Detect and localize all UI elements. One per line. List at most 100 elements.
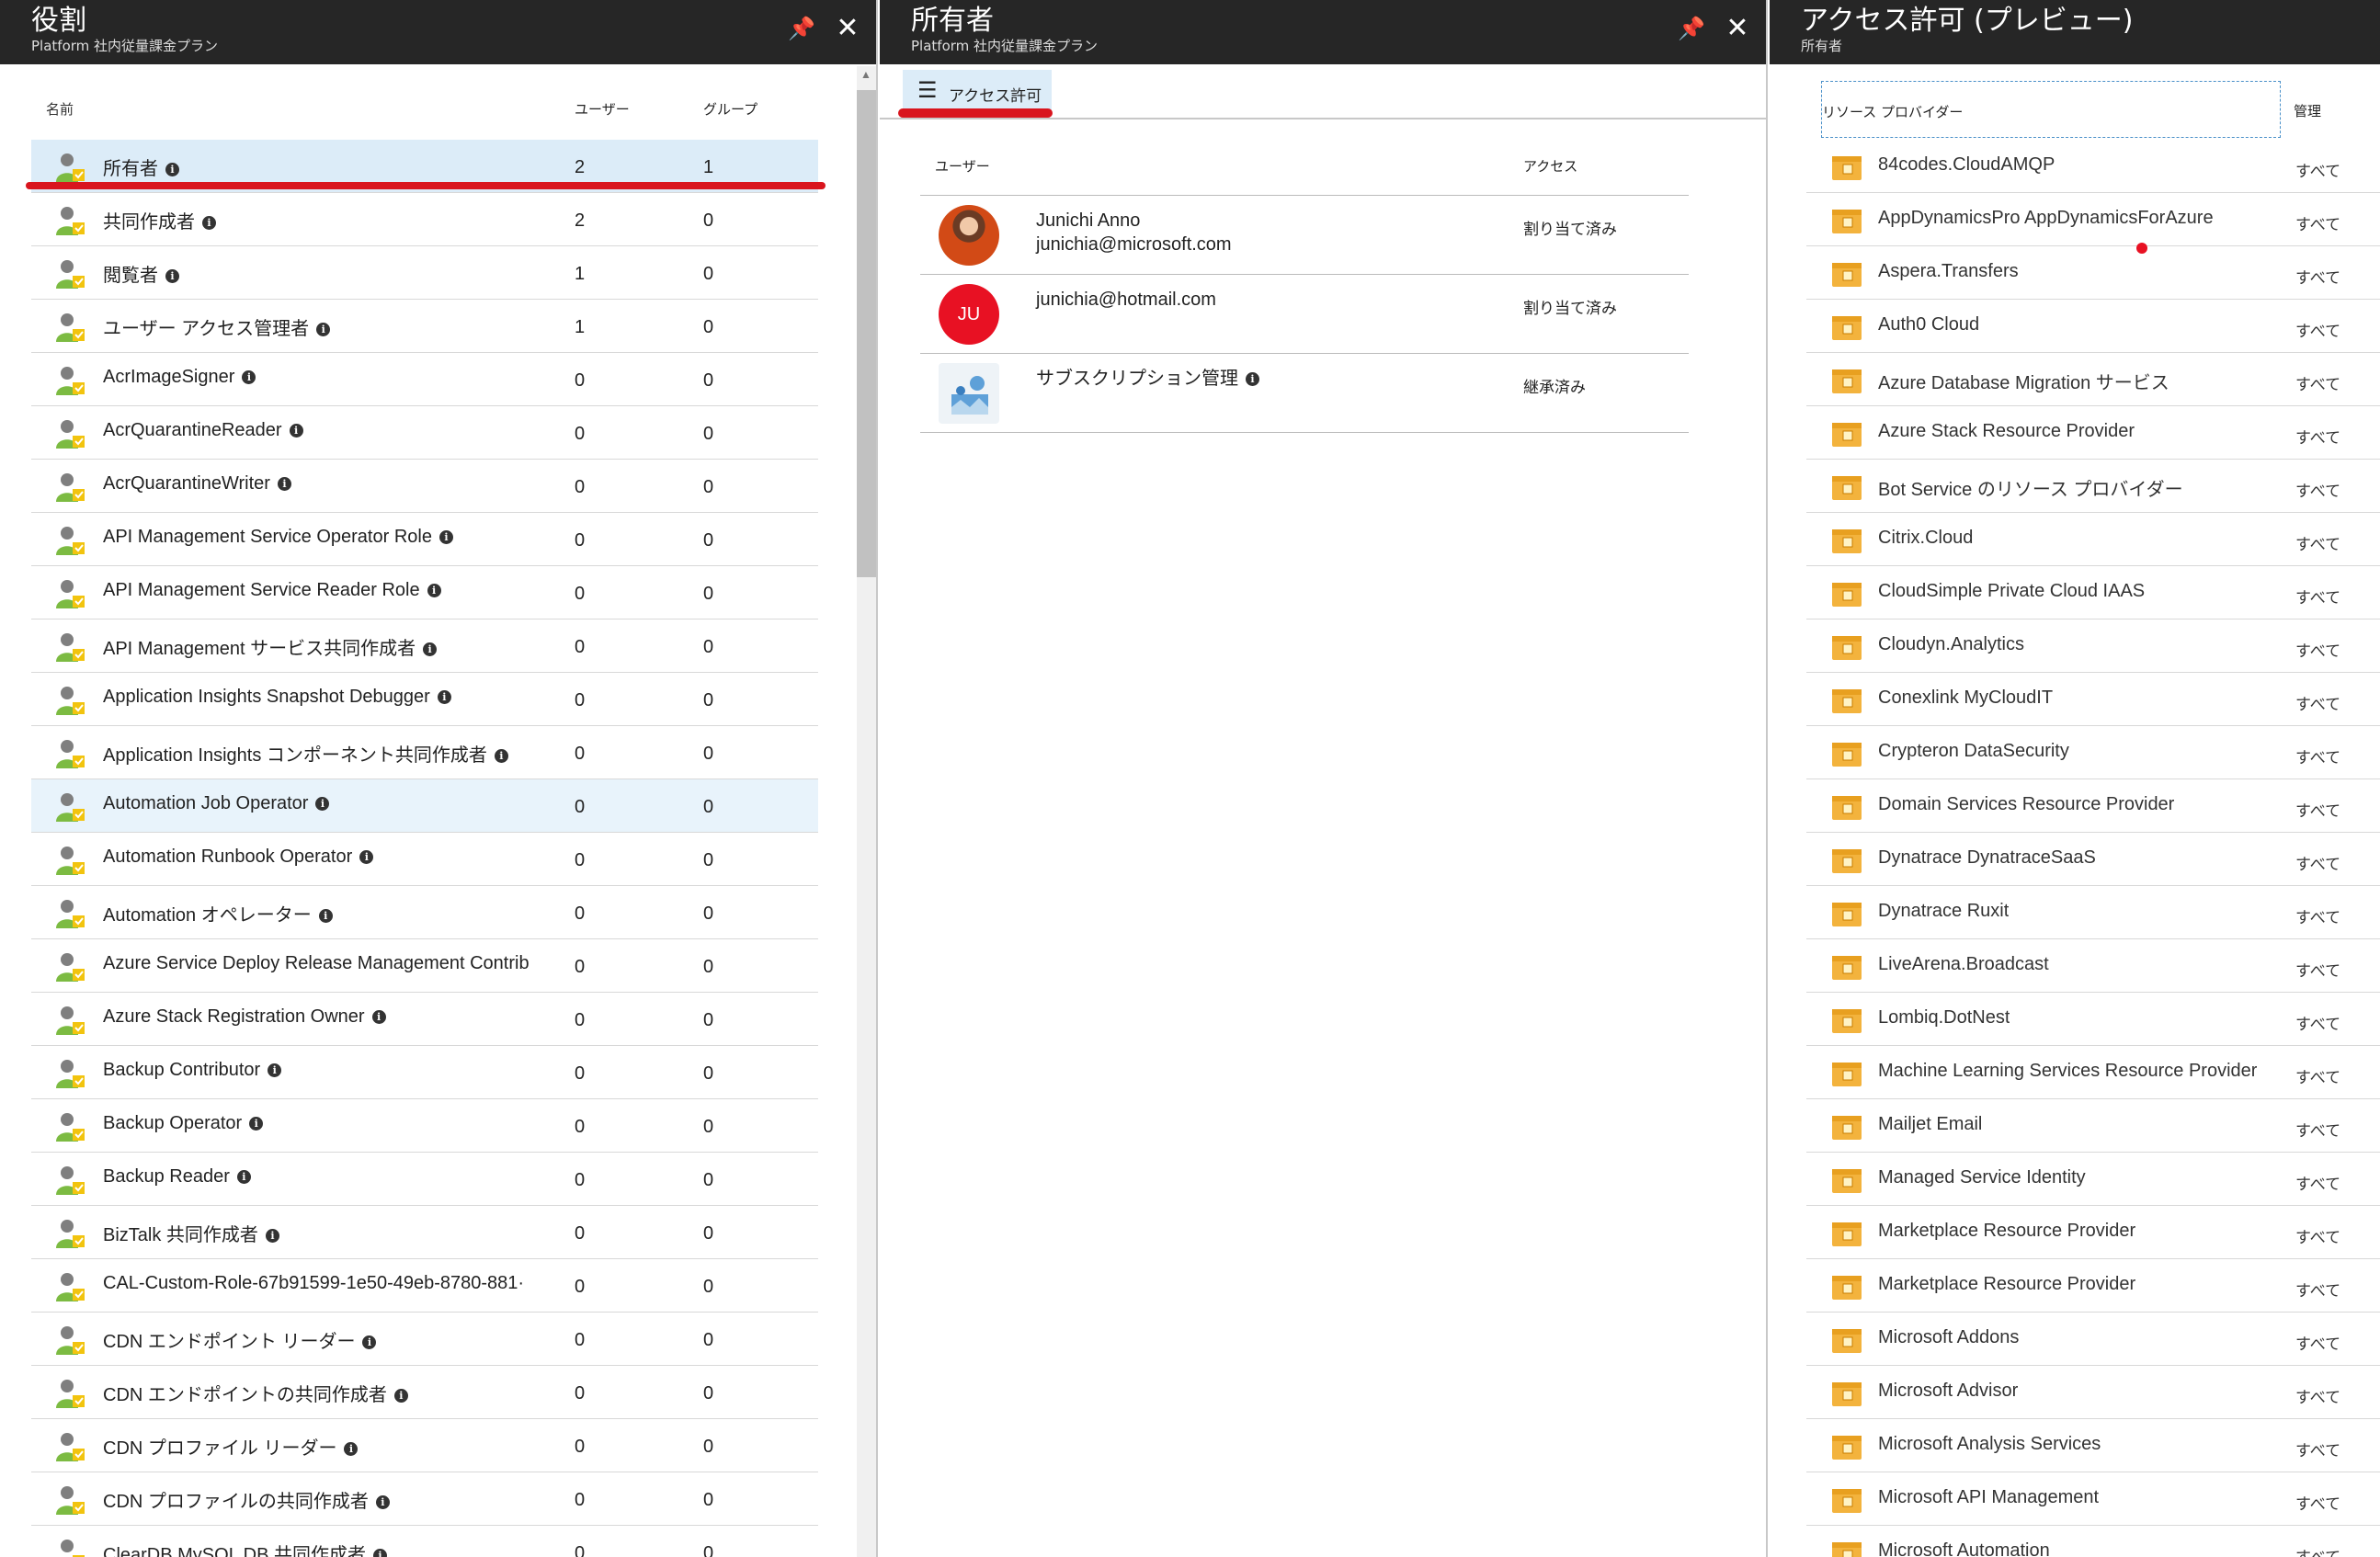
role-row[interactable]: API Management サービス共同作成者 i 0 0 (31, 619, 818, 673)
info-icon[interactable]: i (202, 216, 216, 231)
info-icon[interactable]: i (437, 690, 451, 705)
info-icon[interactable]: i (318, 909, 333, 924)
scroll-up-arrow-icon[interactable]: ▲ (860, 68, 871, 81)
role-row[interactable]: CAL-Custom-Role-67b91599-1e50-49eb-8780-… (31, 1259, 818, 1313)
provider-row[interactable]: Dynatrace DynatraceSaaS すべて (1806, 833, 2380, 886)
info-icon[interactable]: i (265, 1229, 279, 1244)
access-permission-tab[interactable]: ☰ アクセス許可 (903, 70, 1052, 110)
provider-row[interactable]: Cloudyn.Analytics すべて (1806, 619, 2380, 673)
provider-row[interactable]: Bot Service のリソース プロバイダー すべて (1806, 460, 2380, 513)
scrollbar-thumb[interactable] (857, 90, 876, 577)
info-icon[interactable]: i (371, 1010, 386, 1025)
info-icon[interactable]: i (242, 370, 256, 385)
provider-row[interactable]: Microsoft Automation すべて (1806, 1526, 2380, 1557)
provider-row[interactable]: Marketplace Resource Provider すべて (1806, 1206, 2380, 1259)
info-icon[interactable]: i (372, 1549, 387, 1557)
role-row[interactable]: BizTalk 共同作成者 i 0 0 (31, 1206, 818, 1259)
provider-row[interactable]: Azure Stack Resource Provider すべて (1806, 406, 2380, 460)
role-row[interactable]: 閲覧者 i 1 0 (31, 246, 818, 300)
role-row[interactable]: AcrImageSigner i 0 0 (31, 353, 818, 406)
provider-row[interactable]: Domain Services Resource Provider すべて (1806, 779, 2380, 833)
info-icon[interactable]: i (438, 530, 453, 545)
provider-row[interactable]: Citrix.Cloud すべて (1806, 513, 2380, 566)
info-icon[interactable]: i (427, 584, 441, 598)
role-row[interactable]: Backup Reader i 0 0 (31, 1153, 818, 1206)
info-icon[interactable]: i (393, 1389, 408, 1404)
role-row[interactable]: Application Insights コンポーネント共同作成者 i 0 0 (31, 726, 818, 779)
role-row[interactable]: CDN エンドポイント リーダー i 0 0 (31, 1313, 818, 1366)
provider-row[interactable]: Machine Learning Services Resource Provi… (1806, 1046, 2380, 1099)
role-row[interactable]: Backup Contributor i 0 0 (31, 1046, 818, 1099)
provider-row[interactable]: 84codes.CloudAMQP すべて (1806, 140, 2380, 193)
provider-row[interactable]: Lombiq.DotNest すべて (1806, 993, 2380, 1046)
role-row[interactable]: Backup Operator i 0 0 (31, 1099, 818, 1153)
column-header-provider[interactable]: リソース プロバイダー (1821, 81, 2281, 138)
role-row[interactable]: AcrQuarantineWriter i 0 0 (31, 460, 818, 513)
close-icon[interactable]: ✕ (1722, 13, 1753, 44)
owner-row[interactable]: Junichi Anno junichia@microsoft.com 割り当て済み (920, 196, 1689, 275)
role-row[interactable]: Automation Job Operator i 0 0 (31, 779, 818, 833)
info-icon[interactable]: i (316, 323, 331, 337)
provider-row[interactable]: Crypteron DataSecurity すべて (1806, 726, 2380, 779)
role-row[interactable]: API Management Service Reader Role i 0 0 (31, 566, 818, 619)
role-row[interactable]: Azure Stack Registration Owner i 0 0 (31, 993, 818, 1046)
column-header-name[interactable]: 名前 (46, 99, 74, 119)
column-header-users[interactable]: ユーザー (575, 99, 630, 119)
role-row[interactable]: API Management Service Operator Role i 0 0 (31, 513, 818, 566)
provider-row[interactable]: Conexlink MyCloudIT すべて (1806, 673, 2380, 726)
pin-icon[interactable]: 📌 (1676, 13, 1707, 44)
owner-row[interactable]: サブスクリプション管理 i 継承済み (920, 354, 1689, 433)
role-row[interactable]: CDN プロファイルの共同作成者 i 0 0 (31, 1472, 818, 1526)
role-row[interactable]: ClearDB MySQL DB 共同作成者 i 0 0 (31, 1526, 818, 1557)
pin-icon[interactable]: 📌 (786, 13, 817, 44)
column-header-user[interactable]: ユーザー (935, 156, 990, 176)
role-row[interactable]: AcrQuarantineReader i 0 0 (31, 406, 818, 460)
role-row[interactable]: Automation オペレーター i 0 0 (31, 886, 818, 939)
info-icon[interactable]: i (249, 1117, 264, 1131)
column-header-groups[interactable]: グループ (703, 99, 757, 119)
provider-row[interactable]: LiveArena.Broadcast すべて (1806, 939, 2380, 993)
role-row[interactable]: Automation Runbook Operator i 0 0 (31, 833, 818, 886)
info-icon[interactable]: i (1246, 372, 1259, 387)
provider-row[interactable]: Microsoft Analysis Services すべて (1806, 1419, 2380, 1472)
provider-row[interactable]: AppDynamicsPro AppDynamicsForAzure すべて (1806, 193, 2380, 246)
provider-row[interactable]: Managed Service Identity すべて (1806, 1153, 2380, 1206)
info-icon[interactable]: i (165, 163, 179, 177)
provider-row[interactable]: Marketplace Resource Provider すべて (1806, 1259, 2380, 1313)
info-icon[interactable]: i (268, 1063, 282, 1078)
provider-row[interactable]: Auth0 Cloud すべて (1806, 300, 2380, 353)
provider-row[interactable]: CloudSimple Private Cloud IAAS すべて (1806, 566, 2380, 619)
info-icon[interactable]: i (375, 1495, 390, 1510)
info-icon[interactable]: i (344, 1442, 359, 1457)
close-icon[interactable]: ✕ (832, 13, 863, 44)
provider-manage: すべて (2295, 376, 2341, 394)
info-icon[interactable]: i (423, 642, 438, 657)
role-name-text: Azure Service Deploy Release Management … (103, 953, 530, 973)
owner-row[interactable]: JU junichia@hotmail.com 割り当て済み (920, 275, 1689, 354)
info-icon[interactable]: i (289, 424, 303, 438)
provider-row[interactable]: Azure Database Migration サービス すべて (1806, 353, 2380, 406)
provider-row[interactable]: Aspera.Transfers すべて (1806, 246, 2380, 300)
provider-row[interactable]: Microsoft Addons すべて (1806, 1313, 2380, 1366)
role-row[interactable]: CDN プロファイル リーダー i 0 0 (31, 1419, 818, 1472)
info-icon[interactable]: i (359, 850, 374, 865)
avatar (939, 205, 999, 266)
provider-row[interactable]: Dynatrace Ruxit すべて (1806, 886, 2380, 939)
info-icon[interactable]: i (362, 1335, 377, 1350)
column-header-access[interactable]: アクセス (1523, 156, 1577, 176)
role-row[interactable]: Azure Service Deploy Release Management … (31, 939, 818, 993)
role-name: 所有者 i (103, 153, 179, 180)
provider-row[interactable]: Microsoft API Management すべて (1806, 1472, 2380, 1526)
role-row[interactable]: 共同作成者 i 2 0 (31, 193, 818, 246)
info-icon[interactable]: i (165, 269, 179, 284)
column-header-manage[interactable]: 管理 (2294, 101, 2321, 120)
role-row[interactable]: CDN エンドポイントの共同作成者 i 0 0 (31, 1366, 818, 1419)
provider-row[interactable]: Mailjet Email すべて (1806, 1099, 2380, 1153)
role-row[interactable]: ユーザー アクセス管理者 i 1 0 (31, 300, 818, 353)
info-icon[interactable]: i (315, 797, 330, 812)
provider-row[interactable]: Microsoft Advisor すべて (1806, 1366, 2380, 1419)
info-icon[interactable]: i (277, 477, 291, 492)
role-row[interactable]: Application Insights Snapshot Debugger i 0… (31, 673, 818, 726)
info-icon[interactable]: i (494, 749, 508, 764)
info-icon[interactable]: i (236, 1170, 251, 1185)
